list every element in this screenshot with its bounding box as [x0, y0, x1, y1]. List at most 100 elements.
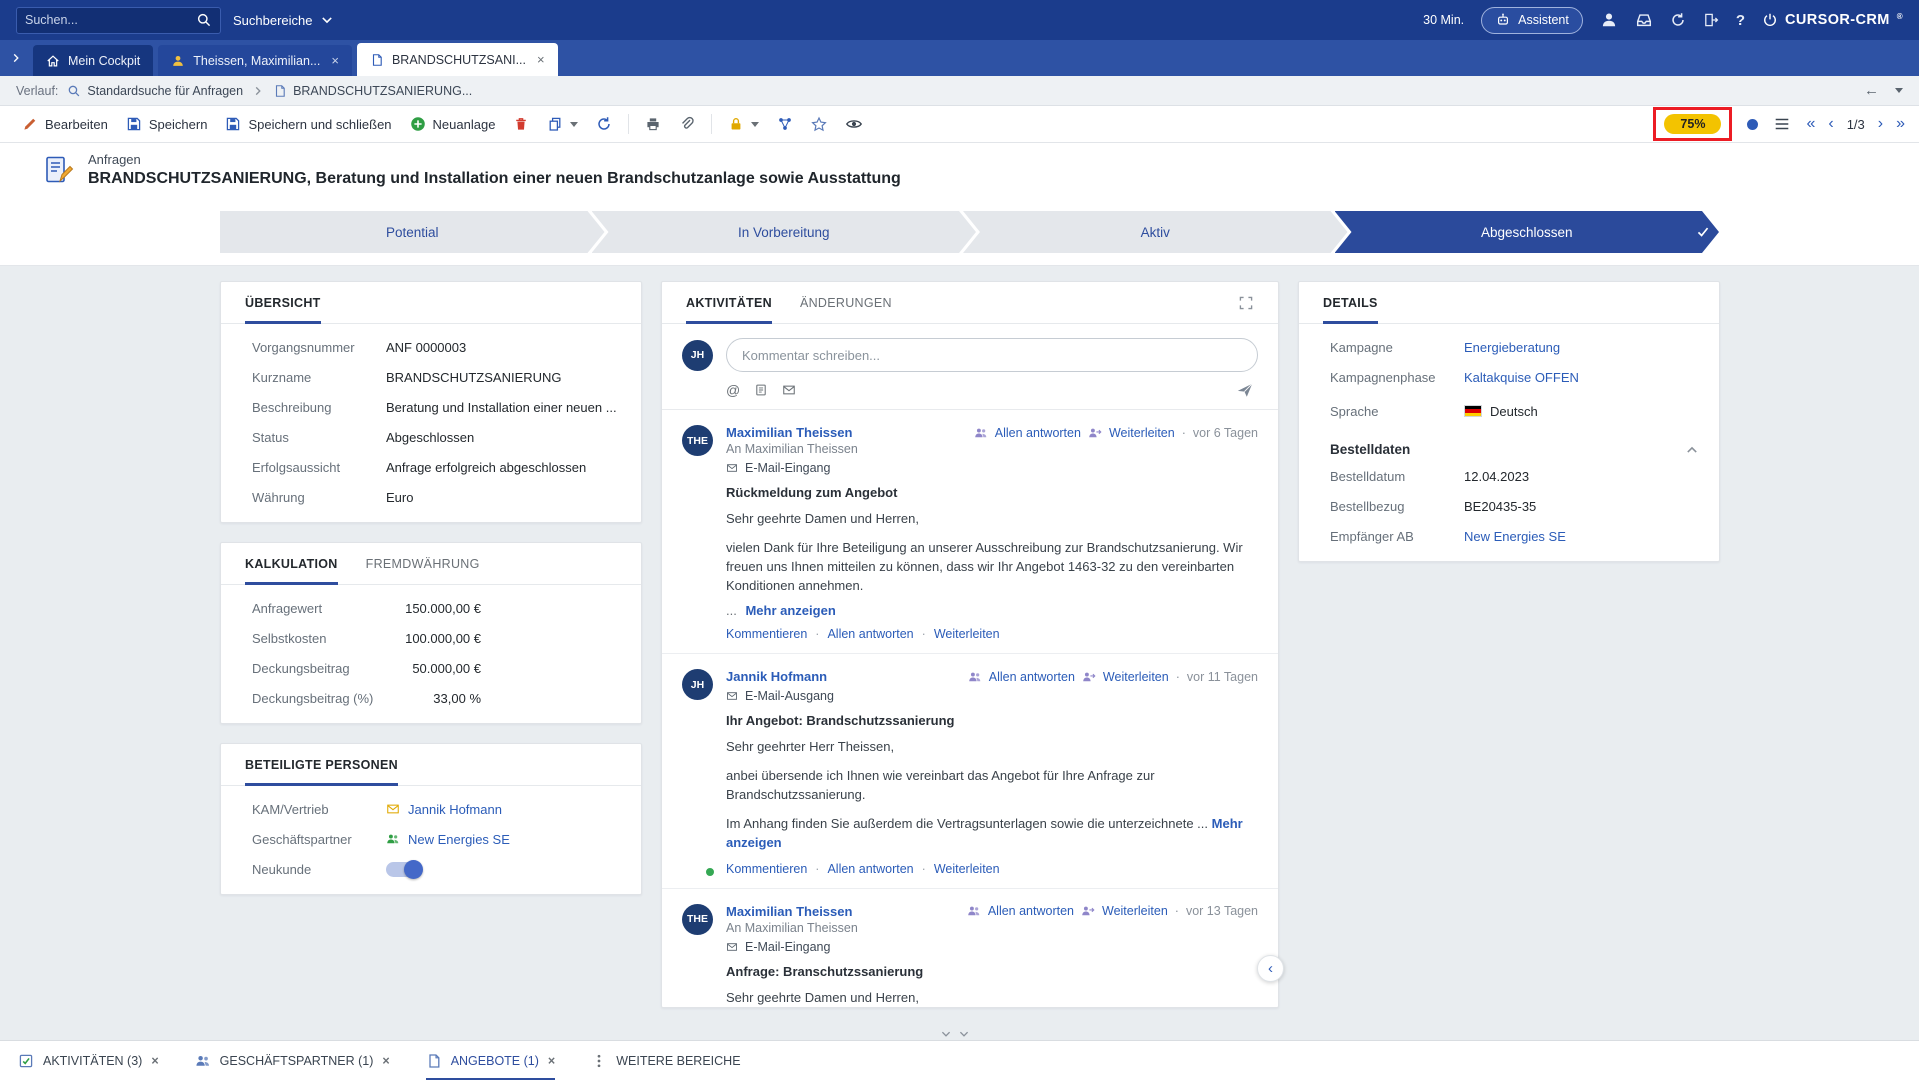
tab-aktivitaeten[interactable]: AKTIVITÄTEN	[686, 282, 772, 324]
chevron-down-icon[interactable]	[958, 1028, 970, 1040]
field-value: BE20435-35	[1464, 499, 1536, 514]
reply-all-link[interactable]: Allen antworten	[988, 904, 1074, 918]
help-icon[interactable]: ?	[1736, 12, 1745, 29]
save-close-button[interactable]: Speichern und schließen	[217, 111, 399, 137]
breadcrumb-search[interactable]: Standardsuche für Anfragen	[67, 84, 243, 98]
show-more-link[interactable]: Mehr anzeigen	[745, 603, 835, 618]
overview-card-header: ÜBERSICHT	[221, 282, 641, 324]
progress-badge[interactable]: 75%	[1664, 114, 1721, 134]
partner-link[interactable]: New Energies SE	[408, 832, 510, 847]
process-band: Potential In Vorbereitung Aktiv Abgeschl…	[0, 203, 1919, 266]
favorite-button[interactable]	[803, 111, 835, 137]
field-value: 12.04.2023	[1464, 469, 1529, 484]
forward-link[interactable]: Weiterleiten	[1109, 426, 1175, 440]
close-icon[interactable]: ×	[382, 1054, 389, 1068]
assistant-button[interactable]: Assistent	[1481, 7, 1583, 34]
paperclip-icon	[679, 116, 695, 132]
search-icon[interactable]	[196, 12, 212, 28]
first-page-icon[interactable]: «	[1806, 116, 1815, 132]
search-scope-dropdown[interactable]: Suchbereiche	[233, 13, 334, 28]
workflow-button[interactable]	[769, 111, 801, 137]
newcustomer-toggle[interactable]	[386, 862, 422, 877]
field-label: Selbstkosten	[252, 631, 386, 646]
create-button[interactable]: Neuanlage	[402, 111, 504, 137]
print-button[interactable]	[637, 111, 669, 137]
reply-all-link[interactable]: Allen antworten	[995, 426, 1081, 440]
forward-link[interactable]: Weiterleiten	[1103, 670, 1169, 684]
field-value: 150.000,00 €	[386, 601, 481, 616]
mail-icon[interactable]	[782, 383, 796, 397]
refresh-icon[interactable]	[1670, 12, 1686, 28]
lock-button[interactable]	[720, 111, 767, 137]
tab-cockpit[interactable]: Mein Cockpit	[33, 45, 153, 76]
edit-button[interactable]: Bearbeiten	[14, 111, 116, 137]
recipient-link[interactable]: New Energies SE	[1464, 529, 1566, 544]
forward-link[interactable]: Weiterleiten	[934, 627, 1000, 641]
field-label: Sprache	[1330, 404, 1464, 419]
field-row: Empfänger AB New Energies SE	[1299, 521, 1719, 551]
last-page-icon[interactable]: »	[1896, 116, 1905, 132]
close-icon[interactable]: ×	[548, 1054, 555, 1068]
refresh-button[interactable]	[588, 111, 620, 137]
reply-all-link[interactable]: Allen antworten	[827, 862, 913, 876]
tab-fremdwaehrung[interactable]: FREMDWÄHRUNG	[366, 543, 480, 585]
collapse-panel-button[interactable]: ‹	[1257, 955, 1284, 982]
tab-beteiligte-personen[interactable]: BETEILIGTE PERSONEN	[245, 744, 398, 786]
forward-link[interactable]: Weiterleiten	[934, 862, 1000, 876]
reply-all-link[interactable]: Allen antworten	[989, 670, 1075, 684]
close-icon[interactable]: ×	[331, 53, 339, 68]
tab-record[interactable]: BRANDSCHUTZSANI... ×	[357, 43, 558, 76]
bottom-tab-weitere-bereiche[interactable]: WEITERE BEREICHE	[591, 1041, 740, 1080]
close-icon[interactable]: ×	[151, 1054, 158, 1068]
note-icon[interactable]	[754, 383, 768, 397]
tab-uebersicht[interactable]: ÜBERSICHT	[245, 282, 321, 324]
breadcrumb-record[interactable]: BRANDSCHUTZSANIERUNG...	[273, 84, 472, 98]
logout-icon[interactable]	[1703, 12, 1719, 28]
mention-icon[interactable]: @	[726, 382, 740, 398]
global-search[interactable]	[16, 7, 221, 34]
prev-page-icon[interactable]: ‹	[1828, 116, 1833, 132]
stage-in-vorbereitung[interactable]: In Vorbereitung	[592, 211, 977, 253]
send-icon[interactable]	[1236, 381, 1254, 399]
comment-input[interactable]	[726, 338, 1258, 372]
chevron-right-icon[interactable]	[4, 52, 28, 64]
search-input[interactable]	[25, 13, 196, 27]
author-link[interactable]: Maximilian Theissen	[726, 904, 852, 919]
collapse-icon[interactable]	[1685, 443, 1699, 457]
back-arrow-icon[interactable]: ←	[1864, 82, 1879, 99]
star-icon	[811, 116, 827, 132]
stage-abgeschlossen[interactable]: Abgeschlossen	[1335, 211, 1720, 253]
toolbar-separator	[628, 114, 629, 134]
bottom-tab-geschaeftspartner[interactable]: GESCHÄFTSPARTNER (1) ×	[195, 1041, 390, 1080]
comment-link[interactable]: Kommentieren	[726, 627, 807, 641]
bottom-tab-angebote[interactable]: ANGEBOTE (1) ×	[426, 1041, 556, 1080]
campaign-link[interactable]: Energieberatung	[1464, 340, 1560, 355]
chevron-down-icon[interactable]	[940, 1028, 952, 1040]
copy-button[interactable]	[539, 111, 586, 137]
bottom-tab-aktivitaeten[interactable]: AKTIVITÄTEN (3) ×	[18, 1041, 159, 1080]
attachment-button[interactable]	[671, 111, 703, 137]
tab-contact[interactable]: Theissen, Maximilian... ×	[158, 45, 352, 76]
kam-link[interactable]: Jannik Hofmann	[408, 802, 502, 817]
campaign-phase-link[interactable]: Kaltakquise OFFEN	[1464, 370, 1579, 385]
tab-details[interactable]: DETAILS	[1323, 282, 1378, 324]
author-link[interactable]: Maximilian Theissen	[726, 425, 852, 440]
menu-icon[interactable]	[1773, 115, 1791, 133]
watch-button[interactable]	[837, 110, 871, 138]
tab-aenderungen[interactable]: ÄNDERUNGEN	[800, 282, 892, 324]
tab-kalkulation[interactable]: KALKULATION	[245, 543, 338, 585]
stage-aktiv[interactable]: Aktiv	[963, 211, 1348, 253]
user-icon[interactable]	[1600, 11, 1618, 29]
dropdown-icon[interactable]	[1895, 88, 1903, 93]
save-button[interactable]: Speichern	[118, 111, 216, 137]
delete-button[interactable]	[505, 111, 537, 137]
close-icon[interactable]: ×	[537, 52, 545, 67]
stage-potential[interactable]: Potential	[220, 211, 605, 253]
author-link[interactable]: Jannik Hofmann	[726, 669, 827, 684]
fullscreen-icon[interactable]	[1238, 295, 1254, 311]
next-page-icon[interactable]: ›	[1878, 116, 1883, 132]
reply-all-link[interactable]: Allen antworten	[827, 627, 913, 641]
forward-link[interactable]: Weiterleiten	[1102, 904, 1168, 918]
comment-link[interactable]: Kommentieren	[726, 862, 807, 876]
inbox-icon[interactable]	[1635, 11, 1653, 29]
